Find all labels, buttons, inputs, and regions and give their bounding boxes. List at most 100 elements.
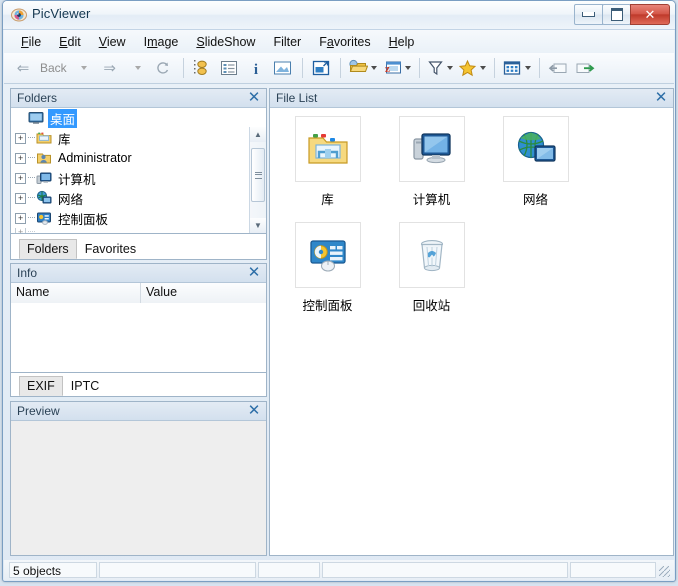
file-list-item[interactable]: 计算机	[382, 114, 481, 214]
star-icon	[458, 59, 476, 77]
tree-item-computer[interactable]: + 计算机	[11, 168, 266, 188]
chevron-down-icon[interactable]	[404, 66, 411, 70]
info-panel-close-icon[interactable]: ✕	[246, 264, 262, 282]
menu-favorites[interactable]: Favorites	[310, 32, 379, 52]
file-list-item[interactable]: 网络	[486, 114, 585, 214]
file-list-area[interactable]: 库 计算机 网络 控制面板 回收站	[270, 108, 673, 555]
file-thumbnail	[294, 116, 361, 182]
user-icon	[37, 153, 51, 164]
preview-button[interactable]	[270, 56, 296, 80]
toolbar-separator	[493, 58, 495, 78]
view-mode-button[interactable]	[500, 56, 533, 80]
chevron-down-icon[interactable]	[370, 66, 377, 70]
minimize-icon	[582, 12, 595, 17]
library-folder-icon	[307, 134, 348, 164]
tab-exif[interactable]: EXIF	[19, 376, 63, 396]
toolbar: ⇐ Back ⇒ i z	[4, 53, 674, 84]
folders-tabstrip: Folders Favorites	[10, 234, 267, 260]
preview-panel-close-icon[interactable]: ✕	[246, 402, 262, 420]
file-thumbnail	[398, 222, 465, 288]
list-icon	[220, 61, 237, 75]
slideshow-button[interactable]: z	[380, 56, 413, 80]
favorites-button[interactable]	[456, 56, 488, 80]
arrow-right-icon: ⇒	[103, 59, 116, 77]
recycle-bin-icon	[420, 240, 443, 272]
file-list-item[interactable]: 控制面板	[278, 220, 377, 320]
main-window: PicViewer ✕ File Edit View Image SlideSh…	[2, 0, 676, 582]
tree-item-control-panel[interactable]: + 控制面板	[11, 208, 266, 228]
menu-slideshow[interactable]: SlideShow	[187, 32, 264, 52]
refresh-button[interactable]	[151, 56, 177, 80]
folder-tree[interactable]: 桌面 + 库 + Administrator + 计算机 + 网络 + 控制面板…	[11, 108, 266, 233]
expander-plus-icon[interactable]: +	[15, 172, 26, 184]
scroll-up-icon[interactable]: ▲	[250, 127, 266, 142]
folders-panel-close-icon[interactable]: ✕	[246, 89, 262, 107]
chevron-down-icon[interactable]	[446, 66, 453, 70]
thumbnails-view-button[interactable]	[189, 56, 215, 80]
tree-item-desktop[interactable]: 桌面	[11, 108, 266, 128]
menu-view[interactable]: View	[90, 32, 135, 52]
expander-plus-icon[interactable]: +	[15, 152, 26, 164]
forward-dropdown[interactable]	[124, 56, 150, 80]
column-header-name[interactable]: Name	[11, 283, 141, 303]
info-button[interactable]: i	[243, 56, 269, 80]
window-controls: ✕	[574, 4, 670, 25]
tab-folders[interactable]: Folders	[19, 239, 77, 259]
back-button[interactable]: ⇐	[10, 56, 36, 80]
eye-icon	[11, 8, 27, 22]
file-list-item[interactable]: 库	[278, 114, 377, 214]
file-list-title: File List	[276, 91, 318, 105]
scrollbar-thumb[interactable]	[251, 148, 265, 202]
file-list-close-icon[interactable]: ✕	[653, 89, 669, 107]
import-button[interactable]	[545, 56, 571, 80]
menu-bar: File Edit View Image SlideShow Filter Fa…	[4, 30, 674, 53]
preview-area[interactable]	[11, 421, 266, 555]
computer-icon	[412, 133, 451, 164]
grid-icon	[503, 61, 520, 75]
chevron-down-icon[interactable]	[524, 66, 531, 70]
folder-icon	[349, 59, 368, 72]
open-folder-button[interactable]	[346, 56, 379, 80]
tree-connector	[28, 231, 35, 233]
file-list-item[interactable]: 回收站	[382, 220, 481, 320]
minimize-button[interactable]	[574, 4, 603, 25]
tree-item-partial[interactable]: +	[11, 228, 266, 233]
filter-button[interactable]	[425, 56, 455, 80]
close-button[interactable]: ✕	[630, 4, 670, 25]
preview-panel-caption: Preview ✕	[11, 402, 266, 421]
tree-connector	[28, 197, 35, 199]
tree-item-network[interactable]: + 网络	[11, 188, 266, 208]
title-bar: PicViewer ✕	[3, 1, 675, 30]
tree-item-administrator[interactable]: + Administrator	[11, 148, 266, 168]
expander-plus-icon[interactable]: +	[15, 192, 26, 204]
menu-image[interactable]: Image	[135, 32, 188, 52]
fullscreen-button[interactable]	[308, 56, 334, 80]
maximize-button[interactable]	[602, 4, 631, 25]
menu-help[interactable]: Help	[380, 32, 424, 52]
tree-item-library[interactable]: + 库	[11, 128, 266, 148]
file-name: 计算机	[412, 193, 451, 207]
scroll-down-icon[interactable]: ▼	[250, 218, 266, 233]
menu-edit[interactable]: Edit	[50, 32, 90, 52]
back-dropdown[interactable]	[70, 56, 96, 80]
resize-grip-icon[interactable]	[658, 562, 672, 578]
menu-filter[interactable]: Filter	[264, 32, 310, 52]
export-button[interactable]	[572, 56, 598, 80]
expander-plus-icon[interactable]: +	[15, 212, 26, 224]
expander-plus-icon[interactable]: +	[15, 132, 26, 144]
info-grid-body[interactable]	[11, 303, 266, 372]
back-label: Back	[40, 61, 67, 75]
status-bar: 5 objects	[4, 560, 674, 580]
column-header-value[interactable]: Value	[141, 283, 266, 303]
info-panel-title: Info	[17, 266, 38, 280]
chevron-down-icon[interactable]	[479, 66, 486, 70]
tree-scrollbar[interactable]: ▲ ▼	[249, 127, 266, 233]
toolbar-separator	[418, 58, 420, 78]
tab-iptc[interactable]: IPTC	[63, 376, 107, 396]
funnel-icon	[427, 61, 443, 76]
forward-button[interactable]: ⇒	[97, 56, 123, 80]
expander-plus-icon[interactable]: +	[15, 228, 26, 233]
details-view-button[interactable]	[216, 56, 242, 80]
menu-file[interactable]: File	[12, 32, 50, 52]
tab-favorites[interactable]: Favorites	[77, 239, 144, 259]
